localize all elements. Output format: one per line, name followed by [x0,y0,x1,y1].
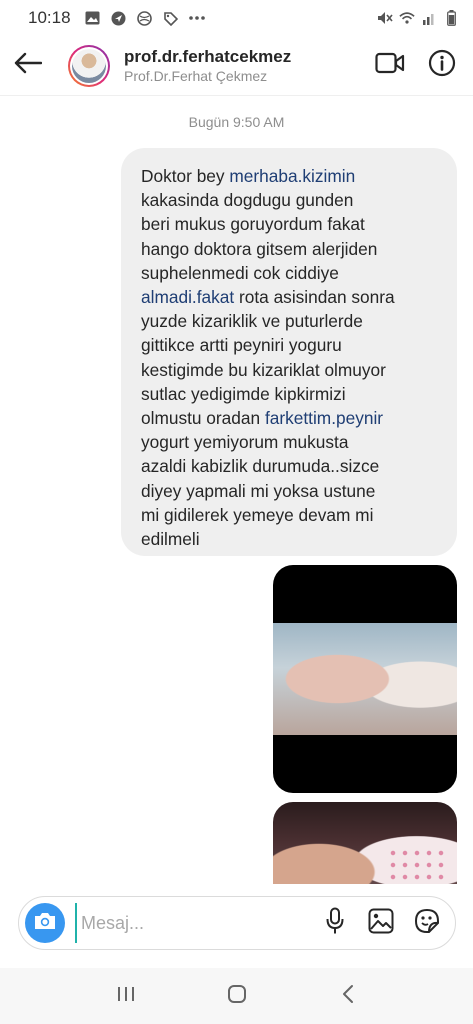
avatar-image [72,48,106,83]
message-bubble[interactable]: Doktor bey merhaba.kizimin kakasinda dog… [121,148,457,556]
recent-apps-icon [116,986,136,1007]
status-left: 10:18 [28,8,205,28]
info-button[interactable] [427,49,457,82]
sticker-icon [413,907,441,940]
composer-actions [321,907,441,940]
header-full-name: Prof.Dr.Ferhat Çekmez [124,67,268,84]
globe-icon [137,10,153,26]
camera-icon [33,911,57,936]
message-link[interactable]: merhaba.kizimin [229,166,355,186]
battery-icon [443,10,459,26]
header-user-info[interactable]: prof.dr.ferhatcekmez Prof.Dr.Ferhat Çekm… [124,47,291,85]
location-icon [111,10,127,26]
gallery-icon [368,908,394,939]
wifi-icon [399,10,415,26]
baby-photo-1 [273,623,457,735]
sticker-button[interactable] [413,907,441,940]
camera-button[interactable] [25,903,65,943]
system-back-button[interactable] [328,976,368,1016]
image-icon [85,10,101,26]
mute-icon [377,10,393,26]
message-timestamp: Bugün 9:50 AM [188,114,285,130]
back-button[interactable] [0,36,56,96]
voice-message-button[interactable] [321,907,349,940]
photo-attachment-1[interactable] [273,565,457,793]
back-icon [341,984,355,1009]
message-input[interactable] [75,903,321,943]
status-time: 10:18 [28,8,71,27]
home-icon [227,984,247,1009]
recent-apps-button[interactable] [106,976,146,1016]
dm-thread-screen: 10:18 prof.dr.ferhatcekmez Prof.Dr.Ferha… [0,0,473,1024]
thread-header: prof.dr.ferhatcekmez Prof.Dr.Ferhat Çekm… [0,36,473,96]
header-username: prof.dr.ferhatcekmez [124,46,292,66]
microphone-icon [325,907,345,940]
system-navigation-bar [0,968,473,1024]
composer-area [0,884,473,968]
status-bar: 10:18 [0,0,473,36]
message-part: Doktor bey [141,166,230,186]
message-part: yogurt yemiyorum mukusta azaldi kabizlik… [141,432,380,550]
more-dots-icon [188,10,205,26]
message-link[interactable]: almadi.fakat [141,287,234,307]
message-part: kakasinda dogdugu gunden beri mukus goru… [141,190,378,283]
info-icon [428,49,456,82]
arrow-left-icon [14,52,43,79]
gallery-button[interactable] [367,908,395,939]
status-right [377,10,459,26]
message-link[interactable]: farkettim.peynir [265,408,383,428]
message-part: rota asisindan sonra yuzde kizariklik ve… [141,287,395,429]
video-call-button[interactable] [375,51,405,81]
signal-icon [421,10,437,26]
tag-icon [163,10,179,26]
message-text: Doktor bey merhaba.kizimin kakasinda dog… [141,164,443,551]
avatar[interactable] [68,44,110,87]
home-button[interactable] [217,976,257,1016]
video-call-icon [375,52,405,79]
message-composer [18,896,456,950]
header-actions [375,49,457,82]
avatar-ring [70,46,108,85]
